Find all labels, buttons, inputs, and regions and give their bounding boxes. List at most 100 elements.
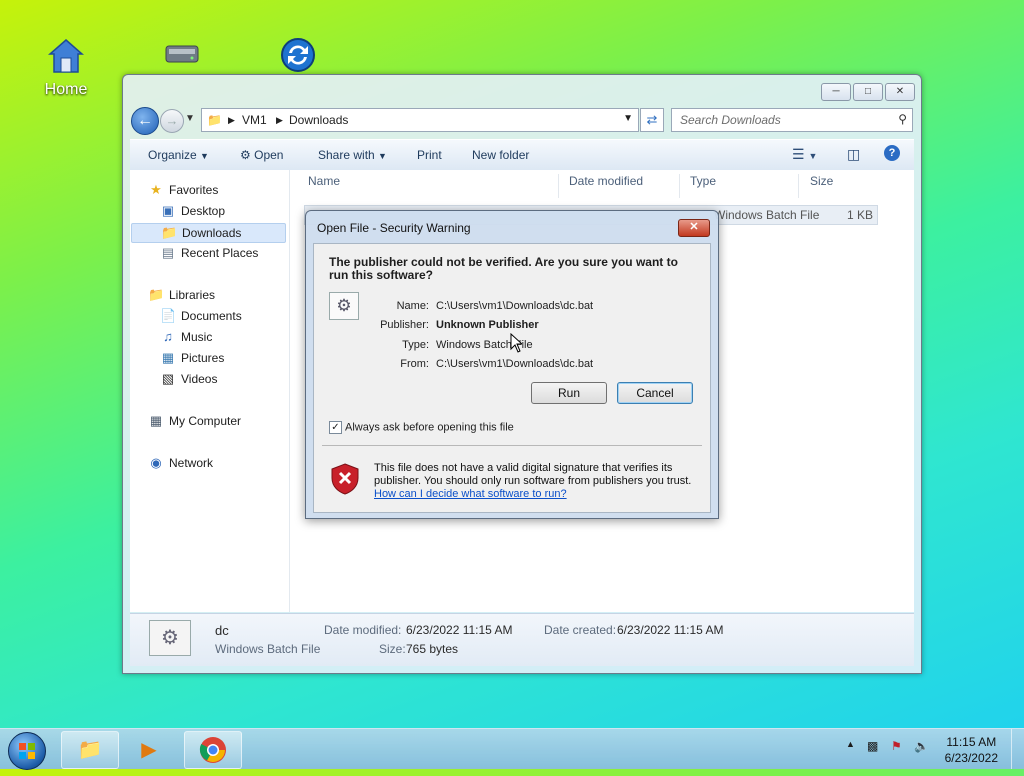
desktop-icon-home[interactable]: Home bbox=[31, 38, 101, 99]
downloads-folder-icon: 📁 bbox=[161, 225, 178, 240]
chevron-down-icon: ▼ bbox=[378, 151, 387, 161]
taskbar-media-player-button[interactable]: ▶ bbox=[122, 731, 176, 769]
field-label: Type: bbox=[402, 339, 429, 351]
dialog-question: The publisher could not be verified. Are… bbox=[329, 255, 678, 282]
sidebar-item-desktop[interactable]: ▣ Desktop bbox=[160, 203, 225, 223]
desktop-icon-label: Home bbox=[44, 81, 88, 98]
sidebar-item-my-computer[interactable]: ▦ My Computer bbox=[148, 413, 241, 433]
address-bar[interactable]: 📁 ▶ VM1 ▶ Downloads ▼ bbox=[201, 108, 639, 132]
refresh-button[interactable]: ⇄ bbox=[640, 108, 664, 132]
help-icon[interactable]: ? bbox=[884, 145, 900, 161]
preview-pane-icon[interactable]: ◫ bbox=[847, 146, 860, 163]
volume-icon[interactable]: 🔈 bbox=[914, 739, 929, 753]
dialog-close-button[interactable]: ✕ bbox=[678, 219, 710, 237]
sidebar-item-label: Downloads bbox=[182, 226, 242, 240]
details-size-label: Size: bbox=[379, 642, 406, 656]
sidebar-item-downloads[interactable]: 📁 Downloads bbox=[131, 223, 286, 243]
home-icon bbox=[48, 39, 84, 73]
videos-icon: ▧ bbox=[161, 371, 175, 386]
field-value-from: C:\Users\vm1\Downloads\dc.bat bbox=[436, 358, 594, 370]
open-button[interactable]: ⚙ Open bbox=[240, 148, 283, 162]
view-options-icon[interactable]: ☰ ▼ bbox=[792, 146, 817, 163]
minimize-button[interactable]: ─ bbox=[821, 83, 851, 101]
desktop-icon-sync[interactable] bbox=[263, 36, 333, 77]
sidebar-item-label: Documents bbox=[181, 309, 242, 323]
music-icon: ♫ bbox=[163, 329, 173, 344]
details-date-created: 6/23/2022 11:15 AM bbox=[617, 623, 724, 637]
details-name: dc bbox=[215, 623, 229, 638]
sidebar-item-label: Pictures bbox=[181, 351, 225, 365]
clock-date: 6/23/2022 bbox=[944, 751, 998, 765]
column-header-type[interactable]: Type bbox=[690, 174, 799, 198]
taskbar-chrome-button[interactable] bbox=[184, 731, 242, 769]
sidebar-item-libraries[interactable]: 📁 Libraries bbox=[148, 287, 215, 307]
divider bbox=[322, 445, 702, 446]
always-ask-checkbox[interactable]: ✓ Always ask before opening this file bbox=[329, 421, 514, 434]
media-player-icon: ▶ bbox=[141, 739, 157, 761]
sidebar-item-documents[interactable]: 📄 Documents bbox=[160, 308, 242, 328]
shield-warning-icon bbox=[331, 463, 359, 495]
cancel-button[interactable]: Cancel bbox=[617, 382, 693, 404]
details-date-modified-label: Date modified: bbox=[324, 623, 402, 637]
sidebar-item-videos[interactable]: ▧ Videos bbox=[160, 371, 218, 391]
show-desktop-button[interactable] bbox=[1011, 729, 1024, 769]
recent-pages-dropdown[interactable]: ▼ bbox=[185, 113, 195, 124]
sidebar-item-label: Recent Places bbox=[181, 246, 259, 260]
column-header-name[interactable]: Name bbox=[308, 174, 559, 198]
star-icon: ★ bbox=[150, 182, 162, 197]
computer-icon: ▦ bbox=[149, 413, 163, 428]
share-with-button[interactable]: Share with ▼ bbox=[318, 148, 387, 162]
network-tray-icon[interactable]: ▩ bbox=[867, 739, 878, 753]
file-type-cell: Windows Batch File bbox=[714, 208, 820, 222]
checkbox-check-icon: ✓ bbox=[329, 421, 342, 434]
security-warning-dialog: Open File - Security Warning ✕ The publi… bbox=[305, 210, 719, 519]
sidebar-item-music[interactable]: ♫ Music bbox=[160, 329, 212, 349]
pictures-icon: ▦ bbox=[161, 350, 175, 365]
search-placeholder: Search Downloads bbox=[680, 113, 781, 127]
chevron-down-icon: ▼ bbox=[200, 151, 209, 161]
start-button[interactable] bbox=[8, 732, 46, 770]
address-dropdown-icon[interactable]: ▼ bbox=[623, 113, 633, 124]
taskbar-explorer-button[interactable]: 📁 bbox=[61, 731, 119, 769]
sidebar-item-pictures[interactable]: ▦ Pictures bbox=[160, 350, 225, 370]
dialog-title: Open File - Security Warning bbox=[317, 221, 471, 235]
print-button[interactable]: Print bbox=[417, 148, 442, 162]
column-header-size[interactable]: Size bbox=[810, 174, 880, 198]
breadcrumb-downloads[interactable]: Downloads bbox=[289, 113, 348, 127]
chrome-icon bbox=[199, 737, 226, 763]
maximize-button[interactable]: □ bbox=[853, 83, 883, 101]
breadcrumb-vm1[interactable]: VM1 bbox=[242, 113, 267, 127]
file-explorer-icon: 📁 bbox=[77, 739, 103, 761]
sidebar-item-recent-places[interactable]: ▤ Recent Places bbox=[160, 245, 259, 265]
sidebar-item-favorites[interactable]: ★ Favorites bbox=[148, 182, 218, 202]
checkbox-label: Always ask before opening this file bbox=[345, 421, 514, 434]
details-pane: ⚙ dc Windows Batch File Date modified: 6… bbox=[130, 613, 914, 666]
system-clock[interactable]: 11:15 AM 6/23/2022 bbox=[945, 734, 998, 766]
run-button[interactable]: Run bbox=[531, 382, 607, 404]
search-input[interactable]: Search Downloads ⚲ bbox=[671, 108, 913, 132]
batch-file-icon: ⚙ bbox=[149, 620, 191, 656]
share-with-label: Share with bbox=[318, 148, 375, 162]
action-center-flag-icon[interactable]: ⚑ bbox=[891, 739, 902, 753]
taskbar: 📁 ▶ ▲ ▩ ⚑ 🔈 11:15 AM 6/23/2022 bbox=[0, 728, 1024, 770]
sidebar-item-label: Libraries bbox=[169, 288, 216, 302]
back-button[interactable]: ← bbox=[131, 107, 159, 135]
new-folder-button[interactable]: New folder bbox=[472, 148, 529, 162]
organize-button[interactable]: Organize ▼ bbox=[148, 148, 209, 162]
sidebar-item-label: My Computer bbox=[169, 414, 242, 428]
sidebar-item-network[interactable]: ◉ Network bbox=[148, 455, 213, 475]
column-header-date-modified[interactable]: Date modified bbox=[569, 174, 680, 198]
forward-button[interactable]: → bbox=[160, 109, 184, 133]
help-link[interactable]: How can I decide what software to run? bbox=[374, 488, 567, 500]
folder-icon: 📁 bbox=[207, 113, 222, 127]
show-hidden-icons-button[interactable]: ▲ bbox=[846, 739, 855, 749]
documents-icon: 📄 bbox=[160, 308, 177, 323]
field-label: Name: bbox=[396, 300, 429, 312]
file-size-cell: 1 KB bbox=[846, 208, 873, 222]
clock-time: 11:15 AM bbox=[946, 735, 997, 749]
desktop-icon-drive[interactable] bbox=[147, 40, 217, 73]
sync-icon bbox=[281, 38, 315, 72]
close-window-button[interactable]: ✕ bbox=[885, 83, 915, 101]
open-label: Open bbox=[254, 148, 284, 162]
caption-buttons: ─ □ ✕ bbox=[821, 83, 915, 101]
